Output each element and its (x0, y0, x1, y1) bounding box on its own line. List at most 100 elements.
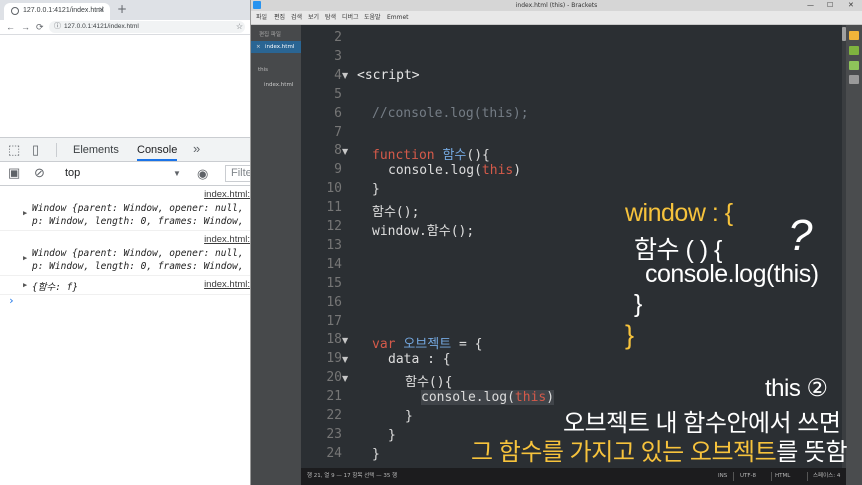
context-select[interactable]: top (65, 162, 80, 185)
indent-setting[interactable]: 스페이스: 4 (813, 468, 840, 485)
browser-tab[interactable]: 127.0.0.1:4121/index.html × (4, 3, 110, 20)
expand-triangle-icon[interactable]: ▶ (23, 281, 27, 289)
expand-triangle-icon[interactable]: ▶ (23, 254, 27, 262)
close-tab-icon[interactable]: × (98, 5, 105, 14)
extension-manager-icon[interactable] (849, 46, 859, 55)
code-line-8: function 함수(){ (372, 144, 490, 163)
fold-arrow-icon[interactable]: ▼ (342, 147, 348, 156)
globe-icon (11, 7, 19, 15)
address-url[interactable]: 127.0.0.1:4121/index.html (64, 21, 139, 33)
status-bar: 행 21, 열 9 — 17 항목 선택 — 35 행 INS UTF-8 HT… (301, 468, 846, 485)
expand-triangle-icon[interactable]: ▶ (23, 209, 27, 217)
code-line-10: } (372, 182, 380, 197)
menu-navigate[interactable]: 탐색 (325, 11, 336, 24)
encoding-select[interactable]: UTF-8 (740, 468, 756, 485)
line-number: 17 (326, 313, 342, 329)
sidebar-toggle-icon[interactable]: ▣ (8, 165, 20, 181)
address-bar[interactable]: ⓘ 127.0.0.1:4121/index.html ☆ (49, 21, 245, 33)
close-file-icon[interactable]: × (256, 41, 261, 53)
device-toolbar-icon[interactable]: ▯ (32, 142, 39, 158)
code-editor[interactable]: 2 3 4 5 6 7 8 9 10 11 12 13 14 15 16 17 18 19 20 21 22 23 24 ▼… (301, 25, 842, 468)
fold-arrow-icon[interactable]: ▼ (342, 374, 348, 383)
menu-help[interactable]: 도움말 (364, 11, 381, 24)
bookmark-star-icon[interactable]: ☆ (236, 21, 243, 33)
line-number: 16 (326, 294, 342, 310)
more-tabs-icon[interactable]: » (193, 138, 200, 160)
back-arrow-icon[interactable]: ← (6, 20, 15, 34)
project-file-item[interactable]: index.html (264, 82, 293, 88)
keyword-var: var (372, 337, 396, 352)
source-link[interactable]: index.html: (204, 279, 250, 290)
settings-icon[interactable] (849, 75, 859, 84)
language-mode-select[interactable]: HTML (775, 468, 790, 485)
menu-file[interactable]: 파일 (256, 11, 267, 24)
maximize-icon[interactable]: ☐ (827, 0, 833, 11)
info-icon[interactable]: ⓘ (54, 21, 61, 33)
inspect-element-icon[interactable]: ⬚ (8, 142, 20, 158)
console-text: Window {parent: Window, opener: null, (32, 248, 244, 259)
close-icon[interactable]: ✕ (848, 0, 854, 11)
fold-arrow-icon[interactable]: ▼ (342, 71, 348, 80)
menu-debug[interactable]: 디버그 (342, 11, 359, 24)
code-line-22: } (405, 409, 413, 424)
chevron-down-icon[interactable]: ▼ (173, 162, 181, 185)
fold-arrow-icon[interactable]: ▼ (342, 336, 348, 345)
insert-mode[interactable]: INS (718, 468, 727, 485)
menu-view[interactable]: 보기 (308, 11, 319, 24)
title-bar: index.html (this) - Brackets — ☐ ✕ (251, 0, 862, 11)
live-preview-icon[interactable] (849, 31, 859, 40)
reload-icon[interactable]: ⟳ (36, 20, 44, 34)
source-link[interactable]: index.html: (204, 189, 250, 200)
line-number: 6 (334, 105, 342, 121)
annotation-inner-brace: } (634, 290, 642, 318)
code-line-4: <script> (357, 68, 420, 83)
devtools-divider (56, 143, 57, 157)
keyword-function: function (372, 148, 435, 163)
menu-find[interactable]: 검색 (291, 11, 302, 24)
line-number: 18 (326, 332, 342, 348)
menu-bar: 파일 편집 검색 보기 탐색 디버그 도움말 Emmet (251, 11, 862, 25)
keyword-this: this (481, 163, 514, 178)
console-message[interactable]: index.html: ▶ Window {parent: Window, op… (0, 231, 250, 276)
eye-icon[interactable]: ◉ (197, 162, 208, 185)
source-link[interactable]: index.html: (204, 234, 250, 245)
menu-edit[interactable]: 편집 (274, 11, 285, 24)
window-title: index.html (this) - Brackets (515, 2, 598, 9)
code-text: console.log( (388, 163, 482, 178)
status-divider (807, 472, 808, 481)
annotation-console-log: console.log(this) (645, 260, 819, 288)
minimize-icon[interactable]: — (807, 0, 814, 11)
tab-elements[interactable]: Elements (73, 138, 119, 161)
console-output: index.html: ▶ Window {parent: Window, op… (0, 186, 250, 485)
annotation-question-mark: ? (788, 211, 812, 260)
sidebar: 편집 파일 × index.html this index.html (251, 25, 301, 485)
line-number-gutter: 2 3 4 5 6 7 8 9 10 11 12 13 14 15 16 17 18 19 20 21 22 23 24 (301, 25, 349, 468)
caption-highlight: 그 함수를 가지고 있는 오브젝트 (471, 439, 777, 466)
extension-icon[interactable] (849, 61, 859, 70)
tab-console[interactable]: Console (137, 138, 178, 161)
clear-console-icon[interactable]: ⊘ (34, 165, 45, 181)
console-text: p: Window, length: 0, frames: Window, (32, 261, 244, 272)
working-file-item[interactable]: × index.html (251, 41, 301, 53)
new-tab-button[interactable]: + (117, 2, 127, 16)
line-number: 20 (326, 370, 342, 386)
working-file-name[interactable]: index.html (265, 41, 294, 53)
fold-arrow-icon[interactable]: ▼ (342, 355, 348, 364)
status-divider (771, 472, 772, 481)
console-message[interactable]: index.html: ▶ Window {parent: Window, op… (0, 186, 250, 231)
project-title[interactable]: this (258, 67, 268, 73)
working-files-header: 편집 파일 (259, 32, 281, 38)
line-number: 4 (334, 67, 342, 83)
function-name: 함수 (442, 148, 467, 163)
console-message[interactable]: index.html: ▶ {함수: f} (0, 276, 250, 295)
console-text: {함수: f} (32, 282, 79, 293)
code-line-24: } (372, 447, 380, 462)
browser-toolbar: ← → ⟳ ⓘ 127.0.0.1:4121/index.html ☆ (0, 20, 250, 35)
status-divider (733, 472, 734, 481)
console-prompt[interactable]: › (8, 294, 15, 307)
menu-emmet[interactable]: Emmet (387, 11, 409, 24)
caption-line-3: 그 함수를 가지고 있는 오브젝트를 뜻함 (471, 432, 848, 467)
forward-arrow-icon[interactable]: → (21, 20, 30, 34)
code-text: console.log( (421, 390, 515, 405)
devtools-tab-bar: ⬚ ▯ Elements Console » (0, 137, 250, 162)
